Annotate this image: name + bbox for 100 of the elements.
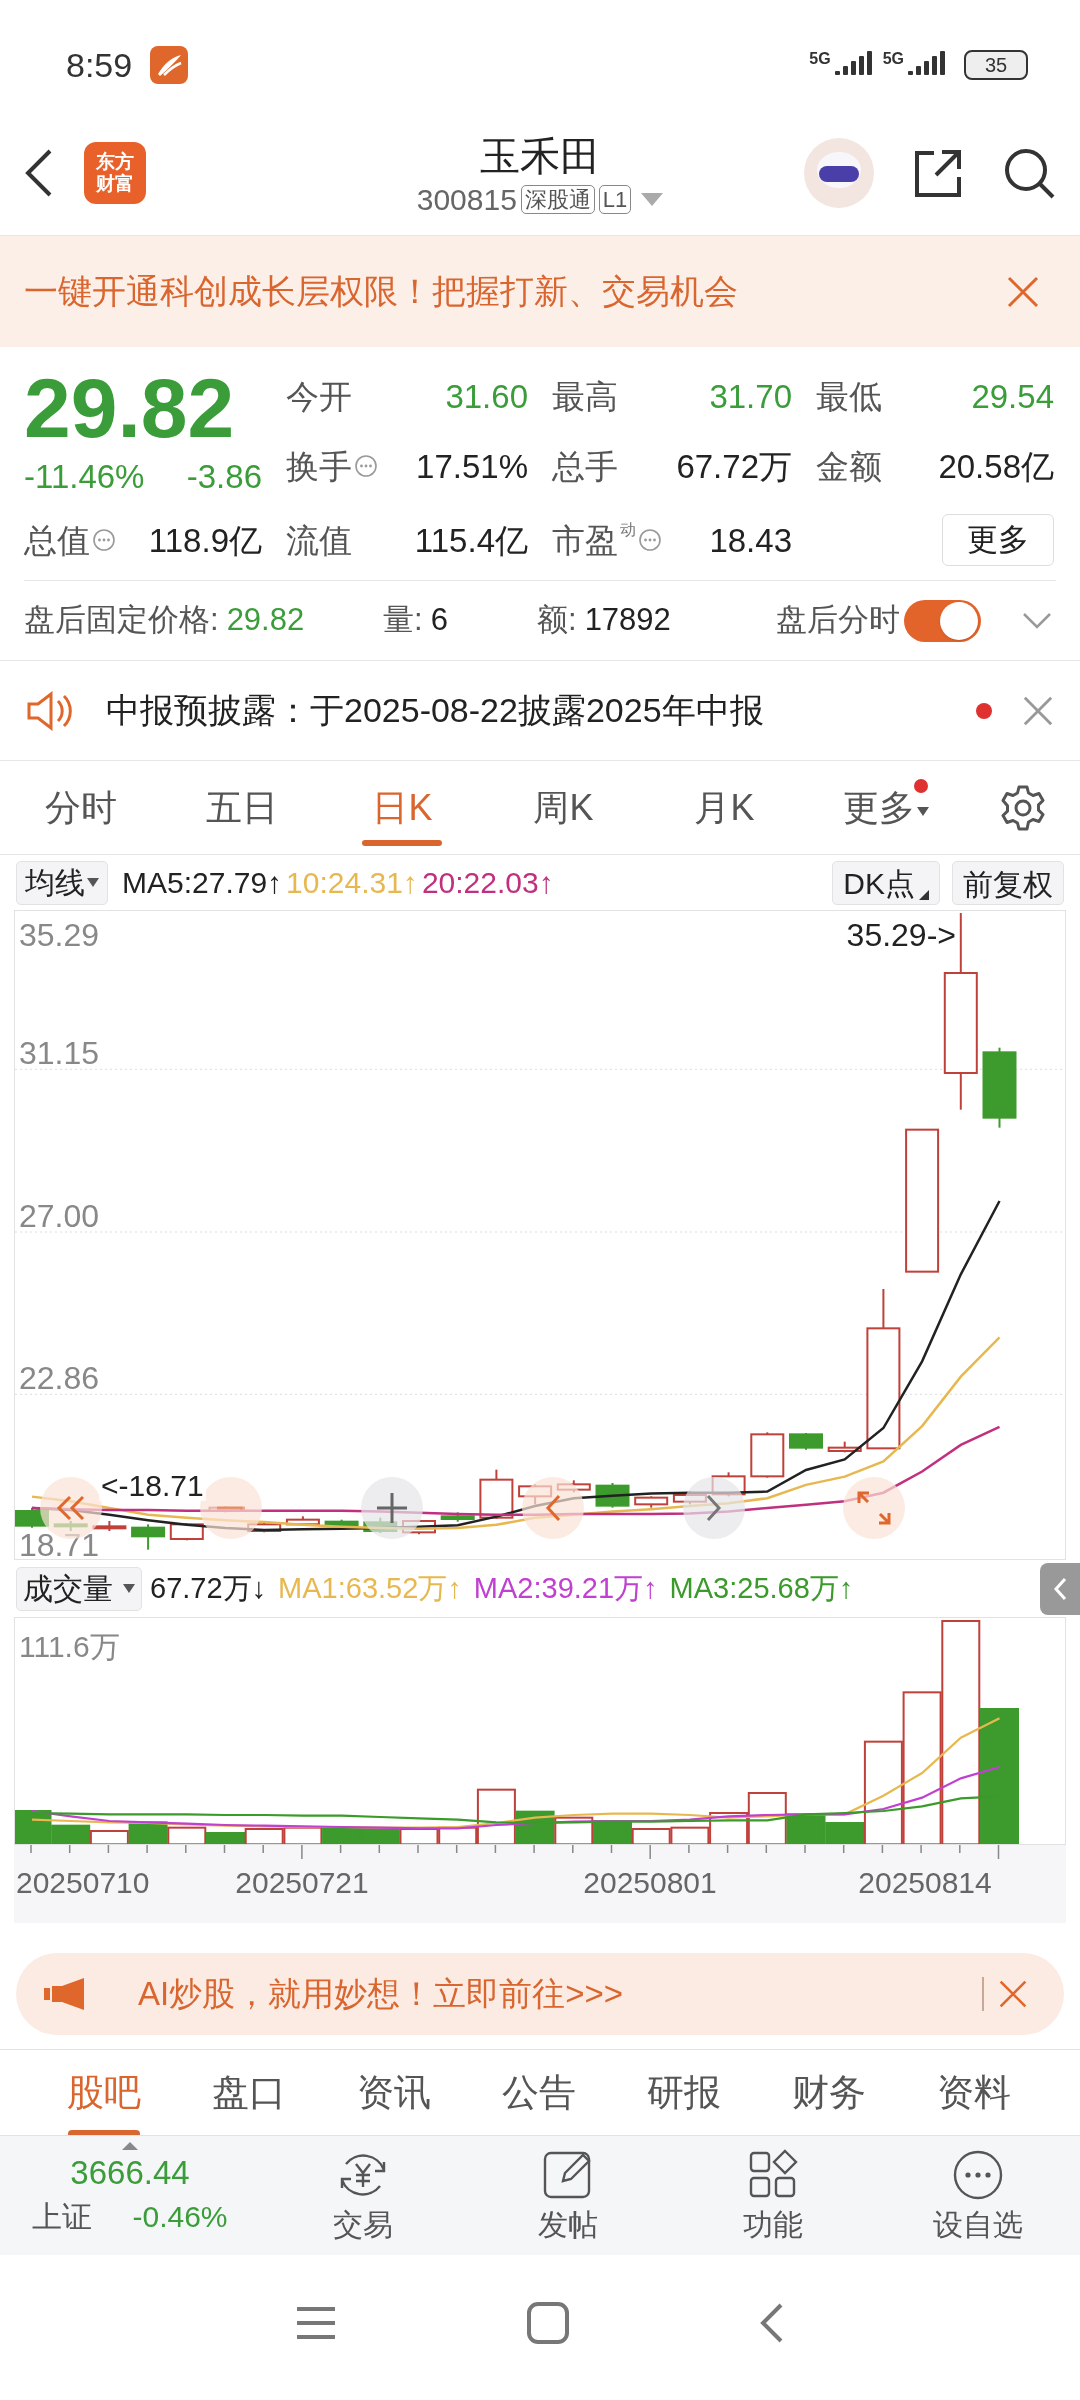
after-hours-value: 6 xyxy=(430,601,448,640)
chevron-left-icon xyxy=(545,1494,561,1522)
scroll-right-button[interactable] xyxy=(683,1477,745,1539)
toolbar-action[interactable]: 设自选 xyxy=(875,2147,1080,2244)
after-hours-label: 量: xyxy=(383,601,423,640)
chart-period-tab[interactable]: 五日 xyxy=(161,761,322,854)
minus-icon xyxy=(217,1506,245,1510)
stat-value: 20.58亿 xyxy=(938,449,1054,483)
volume-selector[interactable]: 成交量 xyxy=(16,1566,142,1611)
corner-triangle-icon xyxy=(919,889,929,900)
candlestick xyxy=(285,1515,320,1527)
more-button[interactable]: 更多 xyxy=(942,514,1054,566)
expand-chevron-icon[interactable] xyxy=(1022,611,1052,630)
settings-icon[interactable] xyxy=(999,783,1047,832)
app-notification-icon xyxy=(150,46,189,84)
network-label: 5G xyxy=(809,51,831,67)
after-hours-value: 29.82 xyxy=(226,601,305,640)
menu-icon[interactable] xyxy=(295,2304,337,2341)
date-axis-label: 20250710 xyxy=(16,1868,150,1898)
change-amount: -3.86 xyxy=(186,460,262,494)
section-tab[interactable]: 盘口 xyxy=(176,2050,321,2135)
chart-period-tab[interactable]: 分时 xyxy=(0,761,161,854)
stat-label: 流值 xyxy=(286,523,352,557)
double-chevron-left-icon xyxy=(56,1495,86,1521)
toolbar-action[interactable]: 交易 xyxy=(260,2147,465,2244)
close-icon[interactable] xyxy=(998,1979,1028,2009)
index-name: 上证 xyxy=(32,2198,93,2235)
index-quote[interactable]: 3666.44 上证 -0.46% xyxy=(0,2152,260,2239)
ai-promo-text: AI炒股，就用妙想！立即前往>>> xyxy=(138,1974,623,2015)
stat-value: 17.51% xyxy=(416,449,528,483)
caret-down-icon xyxy=(916,806,929,817)
stat-label: 金额 xyxy=(816,449,882,483)
close-icon[interactable] xyxy=(1006,274,1040,309)
caret-down-icon xyxy=(87,877,99,888)
price-range-label: 35.29 xyxy=(19,919,100,951)
section-tab[interactable]: 研报 xyxy=(611,2050,756,2135)
clock: 8:59 xyxy=(66,44,133,86)
moving-average-value: MA5:27.79↑ xyxy=(122,865,283,901)
index-change: -0.46% xyxy=(132,2198,228,2235)
home-icon[interactable] xyxy=(527,2301,569,2344)
date-axis-label: 20250814 xyxy=(858,1868,992,1898)
index-value: 3666.44 xyxy=(70,2153,190,2194)
stat-value: 118.9亿 xyxy=(148,523,262,557)
section-tab[interactable]: 财务 xyxy=(756,2050,901,2135)
stock-code: 300815 xyxy=(416,184,517,215)
section-tab[interactable]: 股吧 xyxy=(31,2050,176,2135)
date-axis-label: 20250721 xyxy=(235,1868,369,1898)
price-adjust-button[interactable]: 前复权 xyxy=(952,860,1064,905)
chart-period-tab[interactable]: 日K xyxy=(322,761,483,854)
indicator-selector[interactable]: 均线 xyxy=(16,860,108,905)
volume-average-value: MA2:39.21万↑ xyxy=(473,1570,658,1606)
chart-period-tab[interactable]: 更多 xyxy=(805,761,966,854)
stat-value: 18.43 xyxy=(709,523,792,557)
chart-period-tab[interactable]: 周K xyxy=(483,761,644,854)
stat-label: 总手 xyxy=(552,449,618,483)
promo-text: 一键开通科创成长层权限！把握打新、交易机会 xyxy=(24,271,738,312)
candlestick xyxy=(634,1495,669,1509)
toolbar-action[interactable]: 发帖 xyxy=(465,2147,670,2244)
stat-value: 31.70 xyxy=(709,379,792,413)
after-hours-switch[interactable] xyxy=(904,599,981,642)
volume-axis-label: 111.6万 xyxy=(19,1632,120,1662)
expand-arrows-icon xyxy=(857,1491,891,1525)
collapse-tab[interactable] xyxy=(1040,1562,1080,1615)
after-hours-label: 额: xyxy=(537,601,577,640)
speaker-icon xyxy=(26,690,74,731)
stat-value: 31.60 xyxy=(445,379,528,413)
dk-point-selector[interactable]: DK点 xyxy=(832,860,940,905)
volume-average-value: MA1:63.52万↑ xyxy=(278,1570,462,1606)
chart-period-tab[interactable]: 月K xyxy=(644,761,805,854)
stat-label: 最高 xyxy=(552,379,618,413)
high-price-marker: 35.29-> xyxy=(846,919,956,951)
network-label: 5G xyxy=(882,51,904,67)
price-axis-label: 27.00 xyxy=(19,1200,100,1232)
section-tab[interactable]: 资料 xyxy=(901,2050,1046,2135)
fullscreen-button[interactable] xyxy=(843,1477,905,1539)
after-hours-value: 17892 xyxy=(584,601,671,640)
stat-label: 市盈 xyxy=(552,523,618,557)
candlestick xyxy=(789,1432,823,1451)
toolbar-action[interactable]: 功能 xyxy=(670,2147,875,2244)
info-icon[interactable] xyxy=(92,528,116,552)
volume-average-value: MA3:25.68万↑ xyxy=(669,1570,854,1606)
close-icon[interactable] xyxy=(1022,694,1054,727)
info-icon[interactable] xyxy=(638,528,662,552)
section-tab[interactable]: 资讯 xyxy=(321,2050,466,2135)
candlestick xyxy=(131,1523,166,1551)
candlestick xyxy=(750,1431,785,1479)
market-tag: 深股通 xyxy=(520,184,595,215)
after-hours-label: 盘后固定价格: xyxy=(24,601,219,640)
stat-value: 29.54 xyxy=(971,379,1054,413)
notice-text[interactable]: 中报预披露：于2025-08-22披露2025年中报 xyxy=(106,685,764,736)
section-tab[interactable]: 公告 xyxy=(466,2050,611,2135)
candlestick xyxy=(324,1518,359,1529)
candlestick xyxy=(827,1440,862,1454)
info-icon[interactable] xyxy=(354,454,378,478)
stat-label: 最低 xyxy=(816,379,882,413)
after-hours-chart-label: 盘后分时 xyxy=(776,601,900,640)
price-axis-label: 31.15 xyxy=(19,1037,100,1070)
robot-avatar-icon[interactable] xyxy=(804,137,874,208)
dropdown-caret-icon[interactable] xyxy=(641,192,664,207)
candlestick xyxy=(440,1511,475,1523)
